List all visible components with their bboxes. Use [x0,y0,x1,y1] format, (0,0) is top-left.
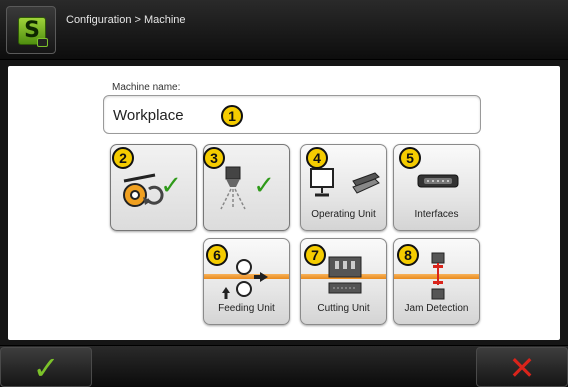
breadcrumb: Configuration > Machine [66,14,186,26]
app-window: S Configuration > Machine Machine name: … [0,0,568,387]
checkmark-icon: ✓ [32,349,60,387]
app-logo-icon: S [18,17,48,47]
marker-1: 1 [221,105,243,127]
home-button[interactable]: S [6,6,56,54]
confirm-button[interactable]: ✓ [0,347,92,387]
tile-operating-unit-label: Operating Unit [311,209,376,220]
tile-jam-detection-label: Jam Detection [404,303,469,314]
machine-name-field[interactable]: Workplace [103,95,481,134]
cancel-button[interactable]: ✕ [476,347,568,387]
serial-port-icon [417,174,459,188]
marker-6: 6 [206,244,228,266]
marker-2: 2 [112,147,134,169]
tile-interfaces-label: Interfaces [414,209,459,220]
tile-cutting-unit-label: Cutting Unit [317,303,370,314]
tile-feeding-unit-label: Feeding Unit [218,303,275,314]
marker-8: 8 [397,244,419,266]
marker-4: 4 [306,147,328,169]
marker-3: 3 [203,147,225,169]
close-icon: ✕ [508,349,536,387]
marker-5: 5 [399,147,421,169]
checkmark-icon: ✓ [253,171,275,201]
machine-name-label: Machine name: [112,82,181,93]
checkmark-icon: ✓ [160,171,182,201]
machine-name-value: Workplace [113,107,184,124]
jam-sensor-icon [431,252,445,300]
feeding-rollers-icon [222,259,268,299]
monitor-tray-icon [310,168,380,197]
settings-mini-icon [37,38,48,47]
marker-7: 7 [304,244,326,266]
sensor-icon [220,166,246,210]
cutter-icon [328,256,362,294]
title-bar: S Configuration > Machine [0,0,568,60]
